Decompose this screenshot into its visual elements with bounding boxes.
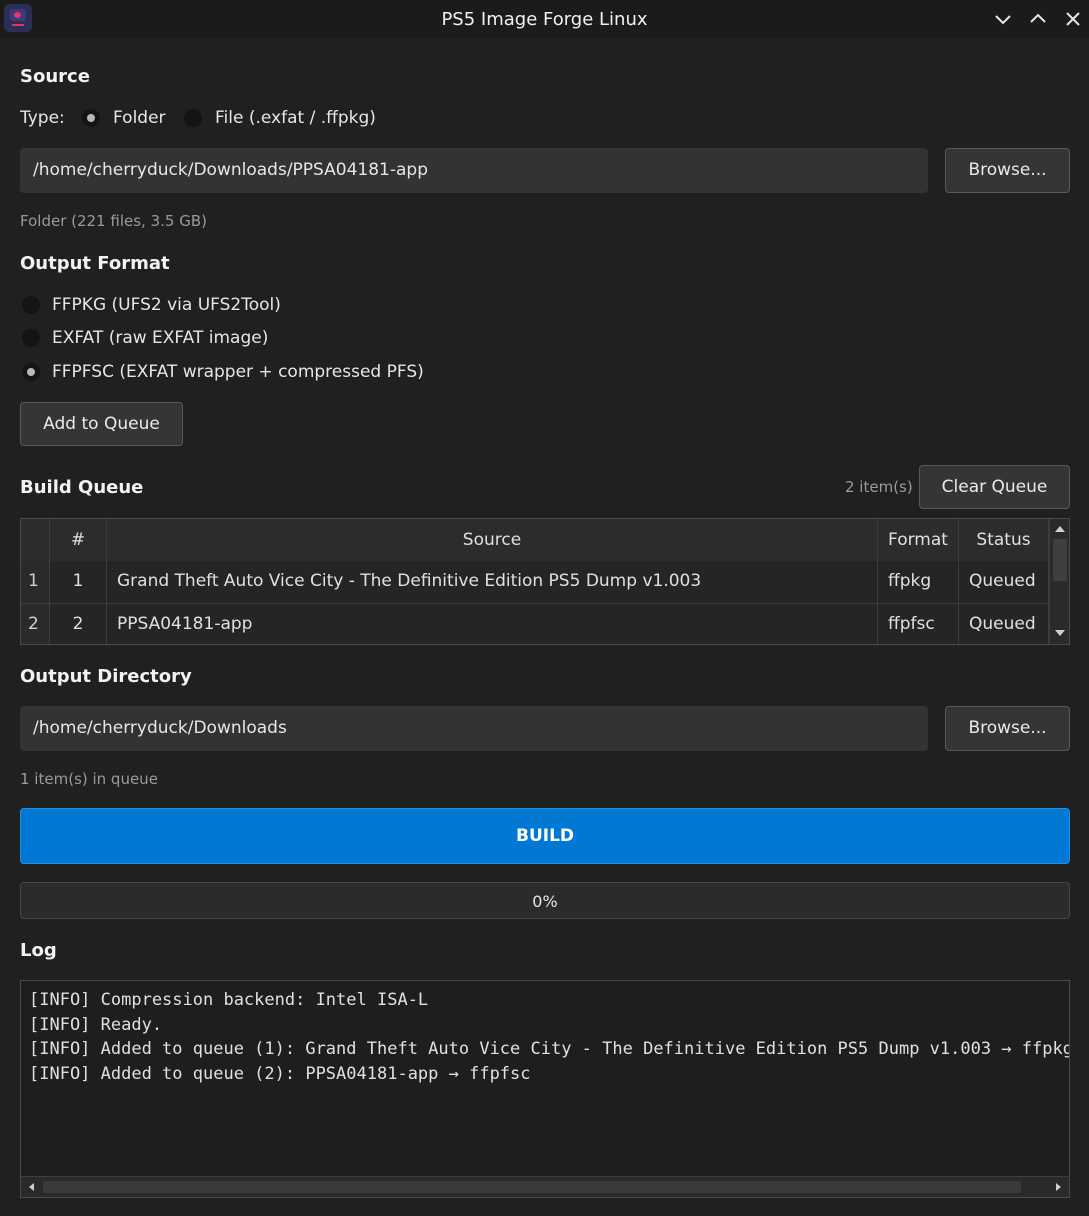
radio-folder-label[interactable]: Folder [113, 108, 166, 128]
progress-text: 0% [532, 892, 558, 911]
log-line: [INFO] Compression backend: Intel ISA-L [29, 990, 429, 1010]
chevron-down-icon [995, 15, 1011, 25]
log-line: [INFO] Added to queue (1): Grand Theft A… [29, 1039, 1070, 1059]
column-header-number[interactable]: # [50, 519, 107, 561]
queue-status-info: 1 item(s) in queue [20, 770, 158, 788]
queue-table: # Source Format Status 1 1 Grand Theft A… [20, 518, 1070, 645]
radio-folder[interactable] [82, 109, 100, 127]
radio-exfat[interactable] [22, 329, 40, 347]
table-cell-source[interactable]: PPSA04181-app [107, 604, 878, 644]
close-button[interactable] [1061, 7, 1085, 31]
queue-count: 2 item(s) [845, 478, 913, 496]
table-cell-format[interactable]: ffpkg [878, 561, 959, 604]
log-line: [INFO] Added to queue (2): PPSA04181-app… [29, 1064, 531, 1084]
build-queue-heading: Build Queue [20, 477, 144, 498]
scrollbar-thumb[interactable] [1053, 539, 1067, 581]
type-label: Type: [20, 108, 65, 128]
radio-ffpfsc-label[interactable]: FFPFSC (EXFAT wrapper + compressed PFS) [52, 362, 424, 382]
log-line: [INFO] Ready. [29, 1015, 163, 1035]
scroll-left-arrow-icon[interactable] [27, 1182, 35, 1192]
row-header[interactable]: 1 [21, 561, 50, 604]
radio-ffpfsc[interactable] [22, 363, 40, 381]
source-heading: Source [20, 66, 90, 87]
source-info: Folder (221 files, 3.5 GB) [20, 212, 207, 230]
table-cell-number[interactable]: 1 [50, 561, 107, 604]
add-to-queue-button[interactable]: Add to Queue [20, 402, 183, 446]
radio-file[interactable] [184, 109, 202, 127]
progress-bar: 0% [20, 882, 1070, 919]
scrollbar-thumb[interactable] [43, 1181, 1021, 1193]
queue-vertical-scrollbar[interactable] [1049, 519, 1069, 644]
output-directory-heading: Output Directory [20, 666, 192, 687]
minimize-button[interactable] [991, 7, 1015, 31]
column-header-source[interactable]: Source [107, 519, 878, 561]
scroll-down-arrow-icon[interactable] [1054, 629, 1066, 639]
output-browse-button[interactable]: Browse... [945, 706, 1070, 751]
row-header[interactable]: 2 [21, 604, 50, 644]
log-heading: Log [20, 940, 57, 961]
radio-ffpkg-label[interactable]: FFPKG (UFS2 via UFS2Tool) [52, 295, 281, 315]
output-path-input[interactable]: /home/cherryduck/Downloads [20, 706, 928, 751]
scroll-up-arrow-icon[interactable] [1054, 523, 1066, 533]
title-bar: PS5 Image Forge Linux [0, 0, 1089, 38]
log-output[interactable]: [INFO] Compression backend: Intel ISA-L … [20, 980, 1070, 1198]
table-cell-format[interactable]: ffpfsc [878, 604, 959, 644]
column-header-status[interactable]: Status [959, 519, 1049, 561]
radio-file-label[interactable]: File (.exfat / .ffpkg) [215, 108, 376, 128]
table-cell-status[interactable]: Queued [959, 604, 1049, 644]
output-format-heading: Output Format [20, 253, 170, 274]
close-icon [1066, 12, 1080, 26]
radio-ffpkg[interactable] [22, 296, 40, 314]
build-button[interactable]: BUILD [20, 808, 1070, 864]
log-horizontal-scrollbar[interactable] [21, 1176, 1069, 1197]
table-cell-status[interactable]: Queued [959, 561, 1049, 604]
chevron-up-icon [1030, 13, 1046, 23]
source-browse-button[interactable]: Browse... [945, 148, 1070, 193]
clear-queue-button[interactable]: Clear Queue [919, 465, 1070, 509]
table-corner [21, 519, 50, 561]
source-path-input[interactable]: /home/cherryduck/Downloads/PPSA04181-app [20, 148, 928, 193]
table-cell-source[interactable]: Grand Theft Auto Vice City - The Definit… [107, 561, 878, 604]
radio-exfat-label[interactable]: EXFAT (raw EXFAT image) [52, 328, 268, 348]
column-header-format[interactable]: Format [878, 519, 959, 561]
scroll-right-arrow-icon[interactable] [1055, 1182, 1063, 1192]
maximize-button[interactable] [1026, 7, 1050, 31]
window-title: PS5 Image Forge Linux [441, 9, 648, 30]
table-cell-number[interactable]: 2 [50, 604, 107, 644]
